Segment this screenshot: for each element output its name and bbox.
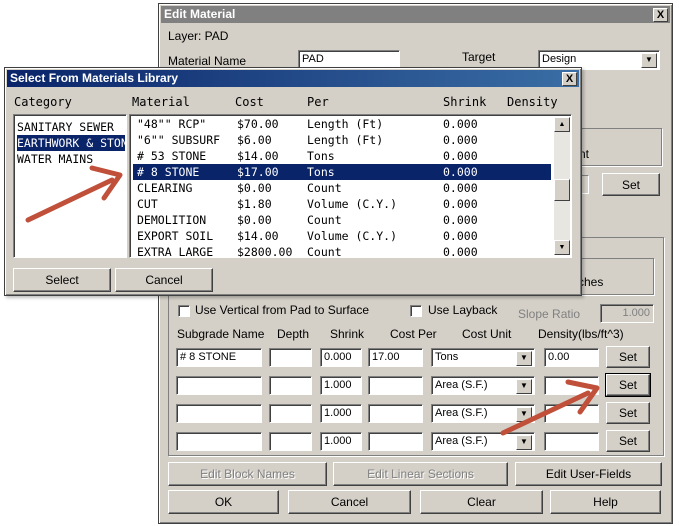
arrow-to-set-button	[500, 379, 600, 436]
arrow-to-selected-material	[25, 165, 123, 223]
annotation-arrows	[25, 165, 600, 436]
